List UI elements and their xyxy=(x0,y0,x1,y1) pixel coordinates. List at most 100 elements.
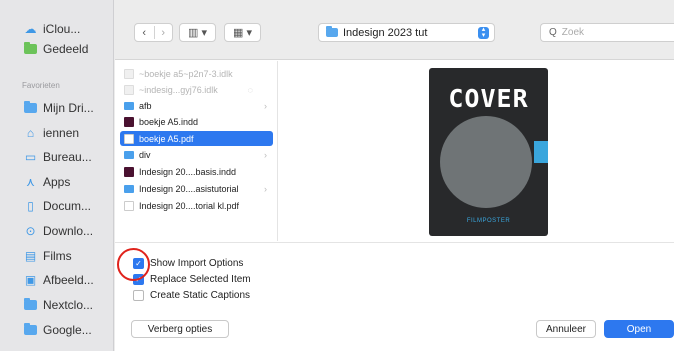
sidebar-item-nextcloud[interactable]: Nextclo... xyxy=(24,296,93,314)
sidebar-item-gedeeld[interactable]: Gedeeld xyxy=(24,40,88,58)
list-item[interactable]: ~boekje a5~p2n7-3.idlk xyxy=(120,66,273,81)
file-name: boekje A5.indd xyxy=(139,116,199,127)
toolbar: ‹ › ▥ ▾ ▦ ▾ Indesign 2023 tut ▴ ▾ Q Zoek xyxy=(115,0,674,60)
sidebar-item-documenten[interactable]: ▯ Docum... xyxy=(24,197,91,215)
list-item[interactable]: Indesign 20....basis.indd xyxy=(120,164,273,179)
indesign-file-icon xyxy=(124,116,134,127)
document-icon xyxy=(124,84,134,95)
replace-selected-item-checkbox[interactable]: ✓ Replace Selected Item xyxy=(133,273,251,286)
folder-icon xyxy=(124,184,134,193)
list-item[interactable]: Indesign 20....asistutorial › xyxy=(120,181,273,196)
file-name: afb xyxy=(139,100,152,111)
highlight-circle xyxy=(117,248,150,281)
sidebar-item-label: Downlo... xyxy=(43,224,94,238)
sidebar-item-label: Docum... xyxy=(43,199,92,213)
indesign-file-icon xyxy=(124,166,134,177)
folder-icon xyxy=(24,101,37,114)
grid-view-button[interactable]: ▦ ▾ xyxy=(224,23,261,42)
column-view-icon: ▥ ▾ xyxy=(188,27,207,39)
file-preview: COVER FILMPOSTER xyxy=(429,68,548,236)
create-static-captions-checkbox[interactable]: Create Static Captions xyxy=(133,289,250,302)
pdf-file-icon xyxy=(124,200,134,211)
folder-icon xyxy=(124,150,134,159)
sidebar-item-label: iClou... xyxy=(43,22,81,36)
sync-icon: ◌ xyxy=(247,84,253,95)
sidebar-item-label: Mijn Dri... xyxy=(43,101,94,115)
preview-circle xyxy=(440,116,532,208)
file-name: Indesign 20....asistutorial xyxy=(139,183,239,194)
grid-view-icon: ▦ ▾ xyxy=(233,27,252,39)
file-name: ~boekje a5~p2n7-3.idlk xyxy=(139,68,233,79)
sidebar-item-films[interactable]: ▤ Films xyxy=(24,247,72,265)
chevron-right-icon: › xyxy=(264,183,267,194)
back-button[interactable]: ‹ xyxy=(135,24,154,41)
sidebar: ☁ iClou... Gedeeld Favorieten Mijn Dri..… xyxy=(0,0,114,351)
list-item[interactable]: afb › xyxy=(120,98,273,113)
sidebar-item-label: Bureau... xyxy=(43,150,92,164)
checkbox-empty-icon xyxy=(133,290,144,301)
location-popup[interactable]: Indesign 2023 tut ▴ ▾ xyxy=(318,23,495,42)
column-view-button[interactable]: ▥ ▾ xyxy=(179,23,216,42)
nav-buttons: ‹ › xyxy=(134,23,173,42)
image-icon: ▣ xyxy=(24,273,37,287)
home-icon: ⌂ xyxy=(26,126,35,140)
folder-icon xyxy=(24,323,37,336)
desktop-icon: ▭ xyxy=(24,150,37,164)
sidebar-item-google[interactable]: Google... xyxy=(24,321,92,339)
list-item[interactable]: boekje A5.indd xyxy=(120,114,273,129)
search-icon: Q xyxy=(549,27,557,38)
preview-title: COVER xyxy=(448,84,529,113)
film-icon: ▤ xyxy=(24,249,37,263)
sidebar-item-afbeeldingen[interactable]: ▣ Afbeeld... xyxy=(24,271,94,289)
document-icon: ▯ xyxy=(27,199,34,213)
search-placeholder: Zoek xyxy=(561,27,585,38)
document-icon xyxy=(124,68,134,79)
sidebar-item-home[interactable]: ⌂ iennen xyxy=(24,124,79,142)
folder-icon xyxy=(326,26,338,37)
download-icon: ⊙ xyxy=(25,224,36,238)
sidebar-item-apps[interactable]: ⋏ Apps xyxy=(24,173,70,191)
sidebar-item-label: Gedeeld xyxy=(43,42,89,56)
search-field[interactable]: Q Zoek xyxy=(540,23,674,42)
cloud-icon: ☁ xyxy=(24,22,37,36)
chevron-updown-icon: ▴ ▾ xyxy=(478,26,489,39)
sidebar-section-favorites: Favorieten xyxy=(22,81,60,90)
open-button[interactable]: Open xyxy=(604,320,674,338)
sidebar-item-label: Nextclo... xyxy=(43,298,94,312)
preview-subtitle: FILMPOSTER xyxy=(466,218,511,224)
list-item[interactable]: Indesign 20....torial kl.pdf xyxy=(120,198,273,213)
sidebar-item-label: Films xyxy=(43,249,72,263)
option-label: Show Import Options xyxy=(150,258,244,269)
list-item-selected[interactable]: boekje A5.pdf xyxy=(120,131,273,146)
hide-options-button[interactable]: Verberg opties xyxy=(131,320,229,338)
sidebar-item-label: iennen xyxy=(43,126,80,140)
apps-icon: ⋏ xyxy=(26,175,35,189)
sidebar-item-label: Google... xyxy=(43,323,92,337)
folder-icon xyxy=(24,298,37,311)
main-panel: ‹ › ▥ ▾ ▦ ▾ Indesign 2023 tut ▴ ▾ Q Zoek … xyxy=(115,0,674,351)
list-item[interactable]: ~indesig...gyj76.idlk ◌ xyxy=(120,82,273,97)
forward-button[interactable]: › xyxy=(154,24,172,41)
sidebar-item-mijn-drive[interactable]: Mijn Dri... xyxy=(24,99,94,117)
sidebar-item-label: Apps xyxy=(43,175,71,189)
folder-icon xyxy=(124,101,134,110)
sidebar-item-downloads[interactable]: ⊙ Downlo... xyxy=(24,222,93,240)
option-label: Create Static Captions xyxy=(150,290,251,301)
location-label: Indesign 2023 tut xyxy=(343,26,428,39)
sidebar-item-label: Afbeeld... xyxy=(43,273,94,287)
file-name: ~indesig...gyj76.idlk xyxy=(139,84,218,95)
sidebar-item-icloud[interactable]: ☁ iClou... xyxy=(24,20,81,38)
dialog-footer: Verberg opties Annuleer Open xyxy=(115,312,674,351)
file-name: div xyxy=(139,149,151,160)
chevron-right-icon: › xyxy=(264,100,267,111)
shared-folder-icon xyxy=(24,42,37,55)
pdf-file-icon xyxy=(124,133,134,144)
import-options: ✓ Show Import Options ✓ Replace Selected… xyxy=(115,242,674,312)
list-item[interactable]: div › xyxy=(120,147,273,162)
file-name: boekje A5.pdf xyxy=(139,133,194,144)
file-name: Indesign 20....torial kl.pdf xyxy=(139,200,240,211)
file-list: ~boekje a5~p2n7-3.idlk ~indesig...gyj76.… xyxy=(115,61,278,241)
sidebar-item-bureaublad[interactable]: ▭ Bureau... xyxy=(24,148,92,166)
cancel-button[interactable]: Annuleer xyxy=(536,320,596,338)
preview-square xyxy=(534,141,548,163)
